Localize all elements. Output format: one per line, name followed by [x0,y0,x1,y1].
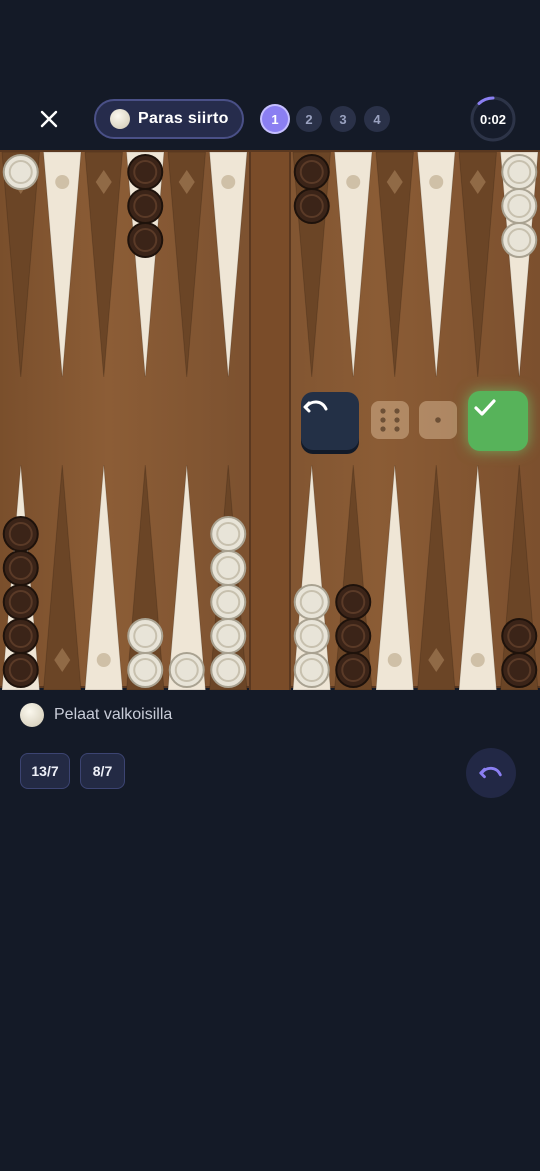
player-info: Pelaat valkoisilla [20,703,172,727]
close-button[interactable] [34,104,64,134]
white-checker-icon [20,703,44,727]
undo-move-button[interactable] [301,392,359,450]
board-graphic [1,152,539,690]
move-list: 13/7 8/7 [20,753,125,789]
board-bar [249,152,291,690]
player-color-text: Pelaat valkoisilla [54,706,173,723]
point-marker [387,653,402,667]
die-one [419,401,457,439]
step-4[interactable]: 4 [364,106,390,132]
top-bar: Paras siirto 1 2 3 4 0:02 [0,92,540,148]
timer: 0:02 [469,95,517,143]
board-divider [249,152,251,690]
point-marker [429,175,444,189]
undo-icon [479,766,502,779]
best-move-label: Paras siirto [138,110,229,127]
undo-icon [303,400,328,413]
undo-all-button[interactable] [466,748,516,798]
timer-text: 0:02 [479,111,507,127]
point-marker [221,175,236,189]
backgammon-board[interactable] [0,150,540,690]
step-1[interactable]: 1 [262,106,288,132]
check-icon [474,399,496,416]
best-move-button[interactable]: Paras siirto [94,99,244,139]
close-icon [40,110,58,128]
die-six-face [380,408,400,432]
move-chip[interactable]: 13/7 [20,753,70,789]
step-3[interactable]: 3 [330,106,356,132]
white-checker-icon [110,109,130,129]
point-marker [96,653,111,667]
move-chip[interactable]: 8/7 [80,753,125,789]
step-indicator: 1 2 3 4 [262,106,390,132]
board-divider [289,152,291,690]
die-six [371,401,409,439]
point-marker [55,175,70,189]
step-2[interactable]: 2 [296,106,322,132]
point-marker [346,175,361,189]
point-marker [470,653,485,667]
die-one-face [435,417,441,423]
confirm-move-button[interactable] [468,391,528,451]
